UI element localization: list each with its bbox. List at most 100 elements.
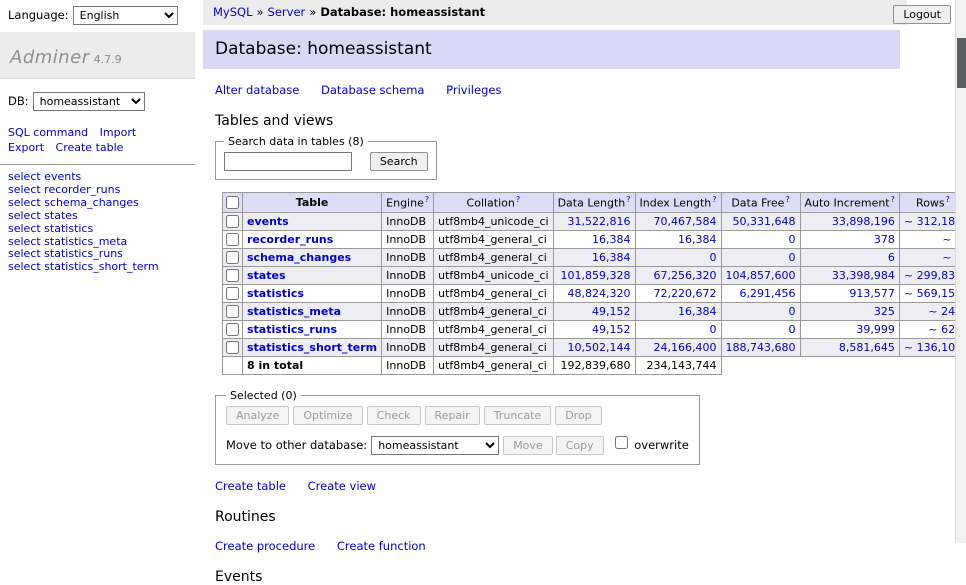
index-length-link[interactable]: 24,166,400 bbox=[654, 341, 717, 354]
sidebar-select-statistics-runs[interactable]: select statistics_runs bbox=[8, 247, 123, 260]
table-link-statistics-short-term[interactable]: statistics_short_term bbox=[247, 341, 377, 354]
link-create-view[interactable]: Create view bbox=[308, 479, 376, 493]
check-button[interactable]: Check bbox=[367, 406, 421, 425]
table-link-statistics-meta[interactable]: statistics_meta bbox=[247, 305, 341, 318]
table-link-statistics[interactable]: statistics bbox=[247, 287, 304, 300]
table-link-states[interactable]: states bbox=[247, 269, 286, 282]
index-length-link[interactable]: 0 bbox=[710, 251, 717, 264]
row-checkbox-statistics[interactable] bbox=[226, 287, 239, 300]
row-checkbox-statistics-runs[interactable] bbox=[226, 323, 239, 336]
data-length-link[interactable]: 48,824,320 bbox=[568, 287, 631, 300]
data-length-link[interactable]: 16,384 bbox=[592, 251, 631, 264]
sidebar-action-import[interactable]: Import bbox=[100, 126, 137, 139]
index-length-link[interactable]: 16,384 bbox=[678, 233, 717, 246]
rows-estimate-link[interactable]: ~ 312,180 bbox=[904, 215, 962, 228]
rows-estimate-link[interactable]: ~ 569,159 bbox=[904, 287, 962, 300]
auto-increment-link[interactable]: 378 bbox=[874, 233, 895, 246]
db-select[interactable]: homeassistant bbox=[33, 92, 145, 111]
sidebar-action-sql-command[interactable]: SQL command bbox=[8, 126, 88, 139]
help-link[interactable]: ? bbox=[946, 195, 950, 204]
data-free-link[interactable]: 50,331,648 bbox=[733, 215, 796, 228]
table-link-statistics-runs[interactable]: statistics_runs bbox=[247, 323, 337, 336]
data-free-link[interactable]: 0 bbox=[789, 251, 796, 264]
auto-increment-link[interactable]: 8,581,645 bbox=[839, 341, 895, 354]
logout-button[interactable]: Logout bbox=[893, 5, 951, 24]
table-link-schema-changes[interactable]: schema_changes bbox=[247, 251, 351, 264]
data-length-link[interactable]: 49,152 bbox=[592, 323, 631, 336]
help-link[interactable]: ? bbox=[785, 195, 789, 204]
move-button[interactable]: Move bbox=[503, 436, 553, 455]
index-length-link[interactable]: 67,256,320 bbox=[654, 269, 717, 282]
help-link[interactable]: ? bbox=[626, 195, 630, 204]
sidebar-action-export[interactable]: Export bbox=[8, 141, 44, 154]
auto-increment-link[interactable]: 33,898,196 bbox=[832, 215, 895, 228]
nav-privileges[interactable]: Privileges bbox=[446, 83, 501, 97]
link-create-table[interactable]: Create table bbox=[215, 479, 286, 493]
data-length-link[interactable]: 10,502,144 bbox=[568, 341, 631, 354]
data-free-link[interactable]: 0 bbox=[789, 305, 796, 318]
row-checkbox-statistics-meta[interactable] bbox=[226, 305, 239, 318]
auto-increment-link[interactable]: 913,577 bbox=[849, 287, 895, 300]
scrollbar-thumb[interactable] bbox=[957, 38, 966, 88]
optimize-button[interactable]: Optimize bbox=[293, 406, 362, 425]
help-link[interactable]: ? bbox=[425, 195, 429, 204]
help-link[interactable]: ? bbox=[712, 195, 716, 204]
index-length-link[interactable]: 70,467,584 bbox=[654, 215, 717, 228]
data-free-link[interactable]: 104,857,600 bbox=[726, 269, 796, 282]
overwrite-checkbox[interactable] bbox=[615, 436, 628, 449]
table-link-recorder-runs[interactable]: recorder_runs bbox=[247, 233, 333, 246]
create-links: Create table Create view bbox=[215, 479, 955, 493]
search-input[interactable] bbox=[224, 152, 352, 171]
drop-button[interactable]: Drop bbox=[555, 406, 601, 425]
auto-increment-link[interactable]: 39,999 bbox=[856, 323, 895, 336]
data-free-link[interactable]: 0 bbox=[789, 323, 796, 336]
language-select[interactable]: English bbox=[73, 6, 178, 25]
sidebar-select-schema-changes[interactable]: select schema_changes bbox=[8, 196, 139, 209]
rows-estimate-link[interactable]: ~ 299,833 bbox=[904, 269, 962, 282]
data-length-link[interactable]: 101,859,328 bbox=[561, 269, 631, 282]
data-free-link[interactable]: 6,291,456 bbox=[740, 287, 796, 300]
index-length-link[interactable]: 0 bbox=[710, 323, 717, 336]
auto-increment-link[interactable]: 33,398,984 bbox=[832, 269, 895, 282]
sidebar-select-statistics-short-term[interactable]: select statistics_short_term bbox=[8, 260, 159, 273]
row-checkbox-schema-changes[interactable] bbox=[226, 251, 239, 264]
index-length-link[interactable]: 16,384 bbox=[678, 305, 717, 318]
sidebar-select-statistics-meta[interactable]: select statistics_meta bbox=[8, 235, 127, 248]
breadcrumb-mysql-link[interactable]: MySQL bbox=[213, 5, 253, 19]
data-free-link[interactable]: 0 bbox=[789, 233, 796, 246]
row-checkbox-states[interactable] bbox=[226, 269, 239, 282]
select-all-checkbox[interactable] bbox=[226, 196, 239, 209]
help-link[interactable]: ? bbox=[516, 195, 520, 204]
row-checkbox-statistics-short-term[interactable] bbox=[226, 341, 239, 354]
data-length-link[interactable]: 31,522,816 bbox=[568, 215, 631, 228]
nav-alter-database[interactable]: Alter database bbox=[215, 83, 299, 97]
total-label: 8 in total bbox=[243, 356, 382, 374]
sidebar-select-states[interactable]: select states bbox=[8, 209, 78, 222]
sidebar-action-create-table[interactable]: Create table bbox=[56, 141, 124, 154]
copy-button[interactable]: Copy bbox=[556, 436, 604, 455]
row-checkbox-events[interactable] bbox=[226, 215, 239, 228]
auto-increment-link[interactable]: 325 bbox=[874, 305, 895, 318]
data-length-link[interactable]: 49,152 bbox=[592, 305, 631, 318]
index-length-link[interactable]: 72,220,672 bbox=[654, 287, 717, 300]
search-button[interactable]: Search bbox=[370, 152, 428, 171]
truncate-button[interactable]: Truncate bbox=[484, 406, 551, 425]
sidebar-select-statistics[interactable]: select statistics bbox=[8, 222, 93, 235]
help-link[interactable]: ? bbox=[891, 195, 895, 204]
breadcrumb-server-link[interactable]: Server bbox=[268, 5, 306, 19]
analyze-button[interactable]: Analyze bbox=[226, 406, 289, 425]
nav-database-schema[interactable]: Database schema bbox=[321, 83, 424, 97]
sidebar-select-events[interactable]: select events bbox=[8, 170, 81, 183]
link-create-function[interactable]: Create function bbox=[337, 539, 426, 553]
sidebar-select-recorder-runs[interactable]: select recorder_runs bbox=[8, 183, 120, 196]
repair-button[interactable]: Repair bbox=[425, 406, 480, 425]
row-checkbox-recorder-runs[interactable] bbox=[226, 233, 239, 246]
table-link-events[interactable]: events bbox=[247, 215, 289, 228]
vertical-scrollbar[interactable] bbox=[955, 0, 966, 543]
move-db-select[interactable]: homeassistant bbox=[371, 436, 499, 455]
rows-estimate-link[interactable]: ~ 136,108 bbox=[904, 341, 962, 354]
data-free-link[interactable]: 188,743,680 bbox=[726, 341, 796, 354]
auto-increment-link[interactable]: 6 bbox=[888, 251, 895, 264]
data-length-link[interactable]: 16,384 bbox=[592, 233, 631, 246]
link-create-procedure[interactable]: Create procedure bbox=[215, 539, 315, 553]
